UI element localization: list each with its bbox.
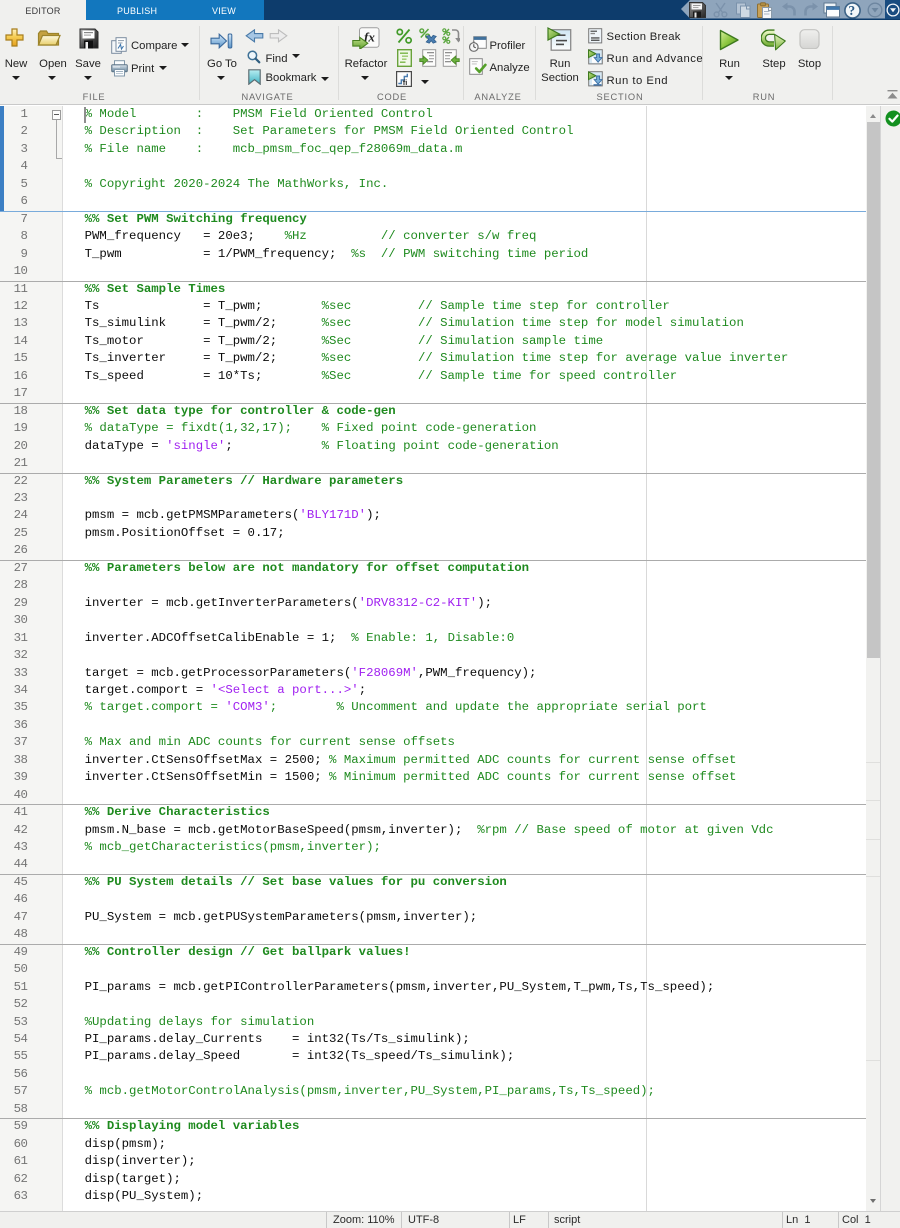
- svg-text:?: ?: [848, 3, 855, 18]
- svg-text:fi: fi: [403, 78, 408, 87]
